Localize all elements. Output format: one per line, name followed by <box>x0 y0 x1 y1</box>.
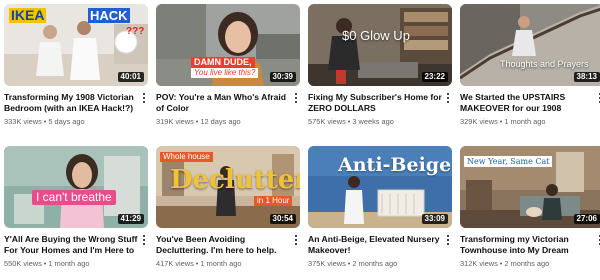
video-title[interactable]: An Anti-Beige, Elevated Nursery Makeover… <box>308 234 442 256</box>
video-thumbnail[interactable]: IKEA HACK ??? 40:01 <box>4 4 148 86</box>
video-thumbnail[interactable]: Whole house Declutter in 1 Hour 30:54 <box>156 146 300 228</box>
video-card[interactable]: Anti-Beige 33:09 An Anti-Beige, Elevated… <box>308 146 452 280</box>
video-thumbnail[interactable]: I can't breathe 41:29 <box>4 146 148 228</box>
thumbnail-overlay-marks: ??? <box>126 26 145 37</box>
thumbnail-overlay-sub: in 1 Hour <box>254 196 293 206</box>
video-duration: 41:29 <box>117 214 144 224</box>
thumbnail-overlay-text: Anti-Beige <box>338 154 452 176</box>
video-stats: 550K views • 1 month ago <box>4 259 138 268</box>
video-duration: 23:22 <box>421 72 448 82</box>
more-options-icon[interactable] <box>292 92 300 104</box>
video-meta: Fixing My Subscriber's Home for ZERO DOL… <box>308 86 452 126</box>
thumbnail-overlay-ikea: IKEA <box>9 7 47 23</box>
view-count: 312K views <box>460 259 498 268</box>
video-duration: 40:01 <box>117 72 144 82</box>
upload-age: 12 days ago <box>200 117 241 126</box>
video-title[interactable]: You've Been Avoiding Decluttering. I'm h… <box>156 234 290 256</box>
video-stats: 375K views • 2 months ago <box>308 259 442 268</box>
more-options-icon[interactable] <box>292 234 300 246</box>
video-card[interactable]: New Year, Same Cat 27:06 Transforming my… <box>460 146 600 280</box>
more-options-icon[interactable] <box>444 234 452 246</box>
more-options-icon[interactable] <box>596 234 600 246</box>
video-thumbnail[interactable]: $0 Glow Up 23:22 <box>308 4 452 86</box>
video-title[interactable]: Y'All Are Buying the Wrong Stuff For You… <box>4 234 138 256</box>
more-options-icon[interactable] <box>596 92 600 104</box>
video-card[interactable]: DAMN DUDE, You live like this? 30:39 POV… <box>156 4 300 142</box>
video-meta: Y'All Are Buying the Wrong Stuff For You… <box>4 228 148 268</box>
video-stats: 319K views • 12 days ago <box>156 117 290 126</box>
video-card[interactable]: $0 Glow Up 23:22 Fixing My Subscriber's … <box>308 4 452 142</box>
video-thumbnail[interactable]: Anti-Beige 33:09 <box>308 146 452 228</box>
upload-age: 1 month ago <box>504 117 546 126</box>
video-meta: Transforming my Victorian Townhouse into… <box>460 228 600 268</box>
video-stats: 575K views • 3 weeks ago <box>308 117 442 126</box>
video-card[interactable]: Thoughts and Prayers 38:13 We Started th… <box>460 4 600 142</box>
upload-age: 3 weeks ago <box>352 117 394 126</box>
video-meta: You've Been Avoiding Decluttering. I'm h… <box>156 228 300 268</box>
thumbnail-overlay-text: I can't breathe <box>32 190 116 205</box>
upload-age: 1 month ago <box>48 259 90 268</box>
video-stats: 333K views • 5 days ago <box>4 117 138 126</box>
video-thumbnail[interactable]: New Year, Same Cat 27:06 <box>460 146 600 228</box>
video-thumbnail[interactable]: Thoughts and Prayers 38:13 <box>460 4 600 86</box>
upload-age: 2 months ago <box>504 259 550 268</box>
video-title[interactable]: Transforming My 1908 Victorian Bedroom (… <box>4 92 138 114</box>
thumbnail-overlay-big: Declutter <box>170 165 300 195</box>
view-count: 550K views <box>4 259 42 268</box>
view-count: 375K views <box>308 259 346 268</box>
video-title[interactable]: Transforming my Victorian Townhouse into… <box>460 234 594 256</box>
thumbnail-overlay-text: Thoughts and Prayers <box>500 59 589 69</box>
video-grid: IKEA HACK ??? 40:01 Transforming My 1908… <box>4 4 600 280</box>
more-options-icon[interactable] <box>444 92 452 104</box>
view-count: 319K views <box>156 117 194 126</box>
view-count: 333K views <box>4 117 42 126</box>
video-stats: 329K views • 1 month ago <box>460 117 594 126</box>
video-meta: POV: You're a Man Who's Afraid of Color … <box>156 86 300 126</box>
video-meta: An Anti-Beige, Elevated Nursery Makeover… <box>308 228 452 268</box>
view-count: 575K views <box>308 117 346 126</box>
video-duration: 30:54 <box>269 214 296 224</box>
view-count: 329K views <box>460 117 498 126</box>
view-count: 417K views <box>156 259 194 268</box>
video-duration: 38:13 <box>573 72 600 82</box>
video-duration: 33:09 <box>421 214 448 224</box>
video-stats: 312K views • 2 months ago <box>460 259 594 268</box>
thumbnail-overlay-text: $0 Glow Up <box>342 28 410 43</box>
video-duration: 27:06 <box>573 214 600 224</box>
video-card[interactable]: IKEA HACK ??? 40:01 Transforming My 1908… <box>4 4 148 142</box>
more-options-icon[interactable] <box>140 234 148 246</box>
video-card[interactable]: Whole house Declutter in 1 Hour 30:54 Yo… <box>156 146 300 280</box>
video-meta: We Started the UPSTAIRS MAKEOVER for our… <box>460 86 600 126</box>
more-options-icon[interactable] <box>140 92 148 104</box>
thumbnail-overlay-badge: Whole house <box>160 152 213 162</box>
thumbnail-overlay-hack: HACK <box>88 8 130 23</box>
video-duration: 30:39 <box>269 72 296 82</box>
video-thumbnail[interactable]: DAMN DUDE, You live like this? 30:39 <box>156 4 300 86</box>
video-title[interactable]: Fixing My Subscriber's Home for ZERO DOL… <box>308 92 442 114</box>
video-title[interactable]: POV: You're a Man Who's Afraid of Color <box>156 92 290 114</box>
video-title[interactable]: We Started the UPSTAIRS MAKEOVER for our… <box>460 92 594 114</box>
video-meta: Transforming My 1908 Victorian Bedroom (… <box>4 86 148 126</box>
thumbnail-overlay-line2: You live like this? <box>191 68 259 78</box>
video-stats: 417K views • 1 month ago <box>156 259 290 268</box>
upload-age: 5 days ago <box>48 117 85 126</box>
video-card[interactable]: I can't breathe 41:29 Y'All Are Buying t… <box>4 146 148 280</box>
upload-age: 2 months ago <box>352 259 398 268</box>
thumbnail-overlay-text: New Year, Same Cat <box>464 156 553 167</box>
upload-age: 1 month ago <box>200 259 242 268</box>
thumbnail-overlay-line1: DAMN DUDE, <box>191 57 255 68</box>
